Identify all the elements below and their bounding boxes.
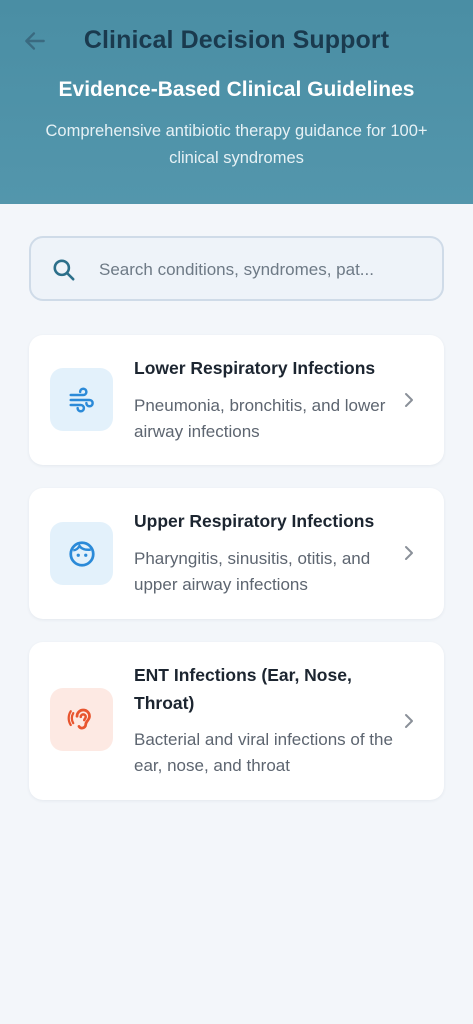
ear-icon [67, 708, 91, 730]
category-card-lower-respiratory[interactable]: Lower Respiratory Infections Pneumonia, … [29, 335, 444, 465]
card-description: Bacterial and viral infections of the ea… [134, 730, 393, 775]
chevron-right-icon [405, 546, 413, 560]
hero-title: Evidence-Based Clinical Guidelines [58, 78, 415, 101]
search-input[interactable] [99, 256, 429, 284]
face-icon [68, 540, 95, 567]
header-banner: Clinical Decision Support Evidence-Based… [0, 0, 473, 204]
chevron-right-icon [405, 714, 413, 728]
card-title: Upper Respiratory Infections [134, 511, 375, 531]
card-icon-container [50, 368, 113, 431]
card-description: Pneumonia, bronchitis, and lower airway … [134, 396, 386, 441]
chevron-right-icon [405, 393, 413, 407]
category-card-upper-respiratory[interactable]: Upper Respiratory Infections Pharyngitis… [29, 488, 444, 619]
card-description: Pharyngitis, sinusitis, otitis, and uppe… [134, 549, 371, 594]
top-bar: Clinical Decision Support [0, 18, 473, 64]
search-bar[interactable] [29, 236, 444, 301]
hero-subtitle: Comprehensive antibiotic therapy guidanc… [45, 122, 428, 167]
card-icon-container [50, 522, 113, 585]
wind-icon [69, 387, 94, 412]
card-title: ENT Infections (Ear, Nose, Throat) [134, 665, 352, 713]
app-title: Clinical Decision Support [83, 26, 390, 54]
card-icon-container [50, 688, 113, 751]
category-card-ent[interactable]: ENT Infections (Ear, Nose, Throat) Bacte… [29, 642, 444, 800]
card-title: Lower Respiratory Infections [134, 358, 376, 378]
search-icon [53, 259, 75, 281]
